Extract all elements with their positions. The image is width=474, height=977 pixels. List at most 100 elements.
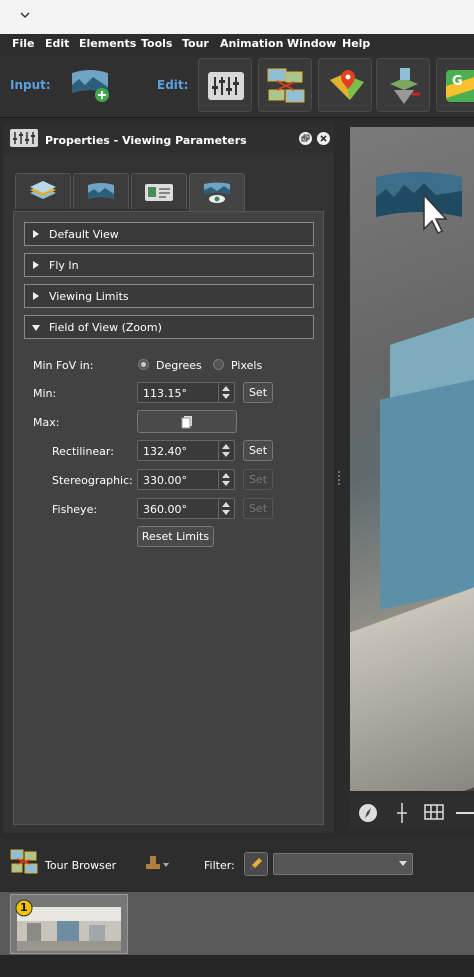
horizon-icon[interactable]: [456, 809, 474, 817]
stereographic-stepper[interactable]: 330.00°: [137, 469, 235, 490]
tour-thumbnails: 1: [0, 892, 474, 955]
fisheye-stepper[interactable]: 360.00°: [137, 498, 235, 519]
copy-icon: [181, 416, 192, 429]
float-window-icon[interactable]: [299, 132, 312, 145]
stepper-arrows[interactable]: [218, 499, 234, 518]
splitter-handle[interactable]: [337, 470, 341, 486]
expand-triangle-icon: [33, 292, 39, 300]
stereographic-set-button[interactable]: Set: [243, 469, 273, 490]
map-marker-icon: [330, 70, 364, 100]
close-icon[interactable]: [317, 132, 330, 145]
section-viewing-limits[interactable]: Viewing Limits: [24, 284, 314, 308]
viewing-parameters-icon: [208, 72, 244, 100]
fisheye-set-button[interactable]: Set: [243, 498, 273, 519]
floorplan-button[interactable]: [376, 58, 430, 112]
crosshair-icon[interactable]: [392, 802, 412, 824]
menu-animation[interactable]: Animation: [220, 37, 283, 50]
menu-elements[interactable]: Elements: [79, 37, 136, 50]
pencil-icon: [250, 858, 262, 870]
panorama-icon: [88, 183, 114, 199]
bottom-strip: [0, 955, 474, 977]
properties-panel: Properties - Viewing Parameters Default …: [3, 123, 334, 833]
stepper-arrows[interactable]: [218, 470, 234, 489]
stepper-arrows[interactable]: [218, 383, 234, 402]
filter-label: Filter:: [204, 859, 235, 872]
chevron-down-icon[interactable]: [18, 8, 32, 22]
max-label: Max:: [33, 416, 60, 429]
card-icon: [145, 184, 173, 201]
panel-content: Default View Fly In Viewing Limits Field…: [13, 211, 324, 825]
floorplan-icon: [390, 68, 420, 104]
menu-bar: File Edit Elements Tools Tour Animation …: [0, 34, 474, 54]
section-field-of-view[interactable]: Field of View (Zoom): [24, 315, 314, 339]
panel-title: Properties - Viewing Parameters: [45, 134, 247, 147]
section-label: Field of View (Zoom): [49, 321, 162, 334]
view-eye-icon: [204, 182, 230, 203]
map-marker-button[interactable]: [318, 58, 372, 112]
section-fly-in[interactable]: Fly In: [24, 253, 314, 277]
tour-links-button[interactable]: [258, 58, 312, 112]
rectilinear-stepper[interactable]: 132.40°: [137, 440, 235, 461]
rectilinear-label: Rectilinear:: [52, 445, 114, 458]
tab-panorama[interactable]: [73, 173, 129, 209]
section-label: Fly In: [49, 259, 79, 272]
viewport-toolbar: [350, 795, 474, 829]
tab-view-eye[interactable]: [189, 173, 245, 211]
google-maps-button[interactable]: G: [436, 58, 474, 112]
filter-edit-button[interactable]: [244, 852, 268, 876]
viewing-parameters-button[interactable]: [198, 58, 252, 112]
window-titlebar: [0, 0, 474, 34]
section-label: Default View: [49, 228, 119, 241]
stamp-icon[interactable]: [145, 855, 169, 873]
degrees-radio[interactable]: [138, 359, 149, 370]
reset-limits-button[interactable]: Reset Limits: [137, 526, 214, 547]
min-fov-in-label: Min FoV in:: [33, 359, 94, 372]
menu-tools[interactable]: Tools: [141, 37, 172, 50]
pixels-radio[interactable]: [213, 359, 224, 370]
degrees-label: Degrees: [156, 359, 202, 372]
section-default-view[interactable]: Default View: [24, 222, 314, 246]
edit-label: Edit:: [157, 78, 189, 92]
fisheye-label: Fisheye:: [52, 503, 98, 516]
stepper-arrows[interactable]: [218, 441, 234, 460]
rectilinear-set-button[interactable]: Set: [243, 440, 273, 461]
tab-layers[interactable]: [15, 173, 71, 209]
compass-icon[interactable]: [358, 803, 378, 823]
menu-window[interactable]: Window: [287, 37, 336, 50]
tour-browser-bar: Tour Browser Filter:: [0, 838, 474, 890]
layers-icon: [30, 181, 56, 199]
rectilinear-value: 132.40°: [143, 445, 187, 458]
pixels-label: Pixels: [231, 359, 263, 372]
panorama-cursor-icon: [376, 172, 462, 235]
min-fov-stepper[interactable]: 113.15°: [137, 382, 235, 403]
fisheye-value: 360.00°: [143, 503, 187, 516]
panorama-thumbnail[interactable]: 1: [10, 894, 128, 954]
stereographic-label: Stereographic:: [52, 474, 133, 487]
expand-triangle-icon: [33, 230, 39, 238]
thumbnail-badge: 1: [20, 901, 28, 914]
scene-surface: [350, 577, 474, 791]
svg-text:G: G: [452, 74, 463, 89]
tour-browser-icon: [10, 849, 38, 874]
stereographic-value: 330.00°: [143, 474, 187, 487]
menu-help[interactable]: Help: [342, 37, 370, 50]
tour-browser-title: Tour Browser: [45, 859, 117, 872]
filter-select[interactable]: [273, 853, 413, 875]
menu-tour[interactable]: Tour: [182, 37, 209, 50]
min-fov-value: 113.15°: [143, 387, 187, 400]
expand-triangle-icon: [33, 261, 39, 269]
input-label: Input:: [10, 78, 51, 92]
add-panorama-icon: [72, 70, 109, 102]
grid-icon[interactable]: [424, 804, 444, 820]
menu-edit[interactable]: Edit: [45, 37, 69, 50]
min-set-button[interactable]: Set: [243, 382, 273, 403]
panorama-viewport[interactable]: [350, 127, 474, 791]
copy-max-button[interactable]: [137, 410, 237, 433]
menu-file[interactable]: File: [12, 37, 35, 50]
chevron-down-icon: [399, 861, 407, 866]
add-panorama-button[interactable]: [62, 58, 116, 112]
main-toolbar: Input: Edit: G: [0, 55, 474, 118]
google-maps-icon: G: [446, 70, 474, 102]
tab-card[interactable]: [131, 173, 187, 209]
scene-surface: [380, 374, 474, 610]
